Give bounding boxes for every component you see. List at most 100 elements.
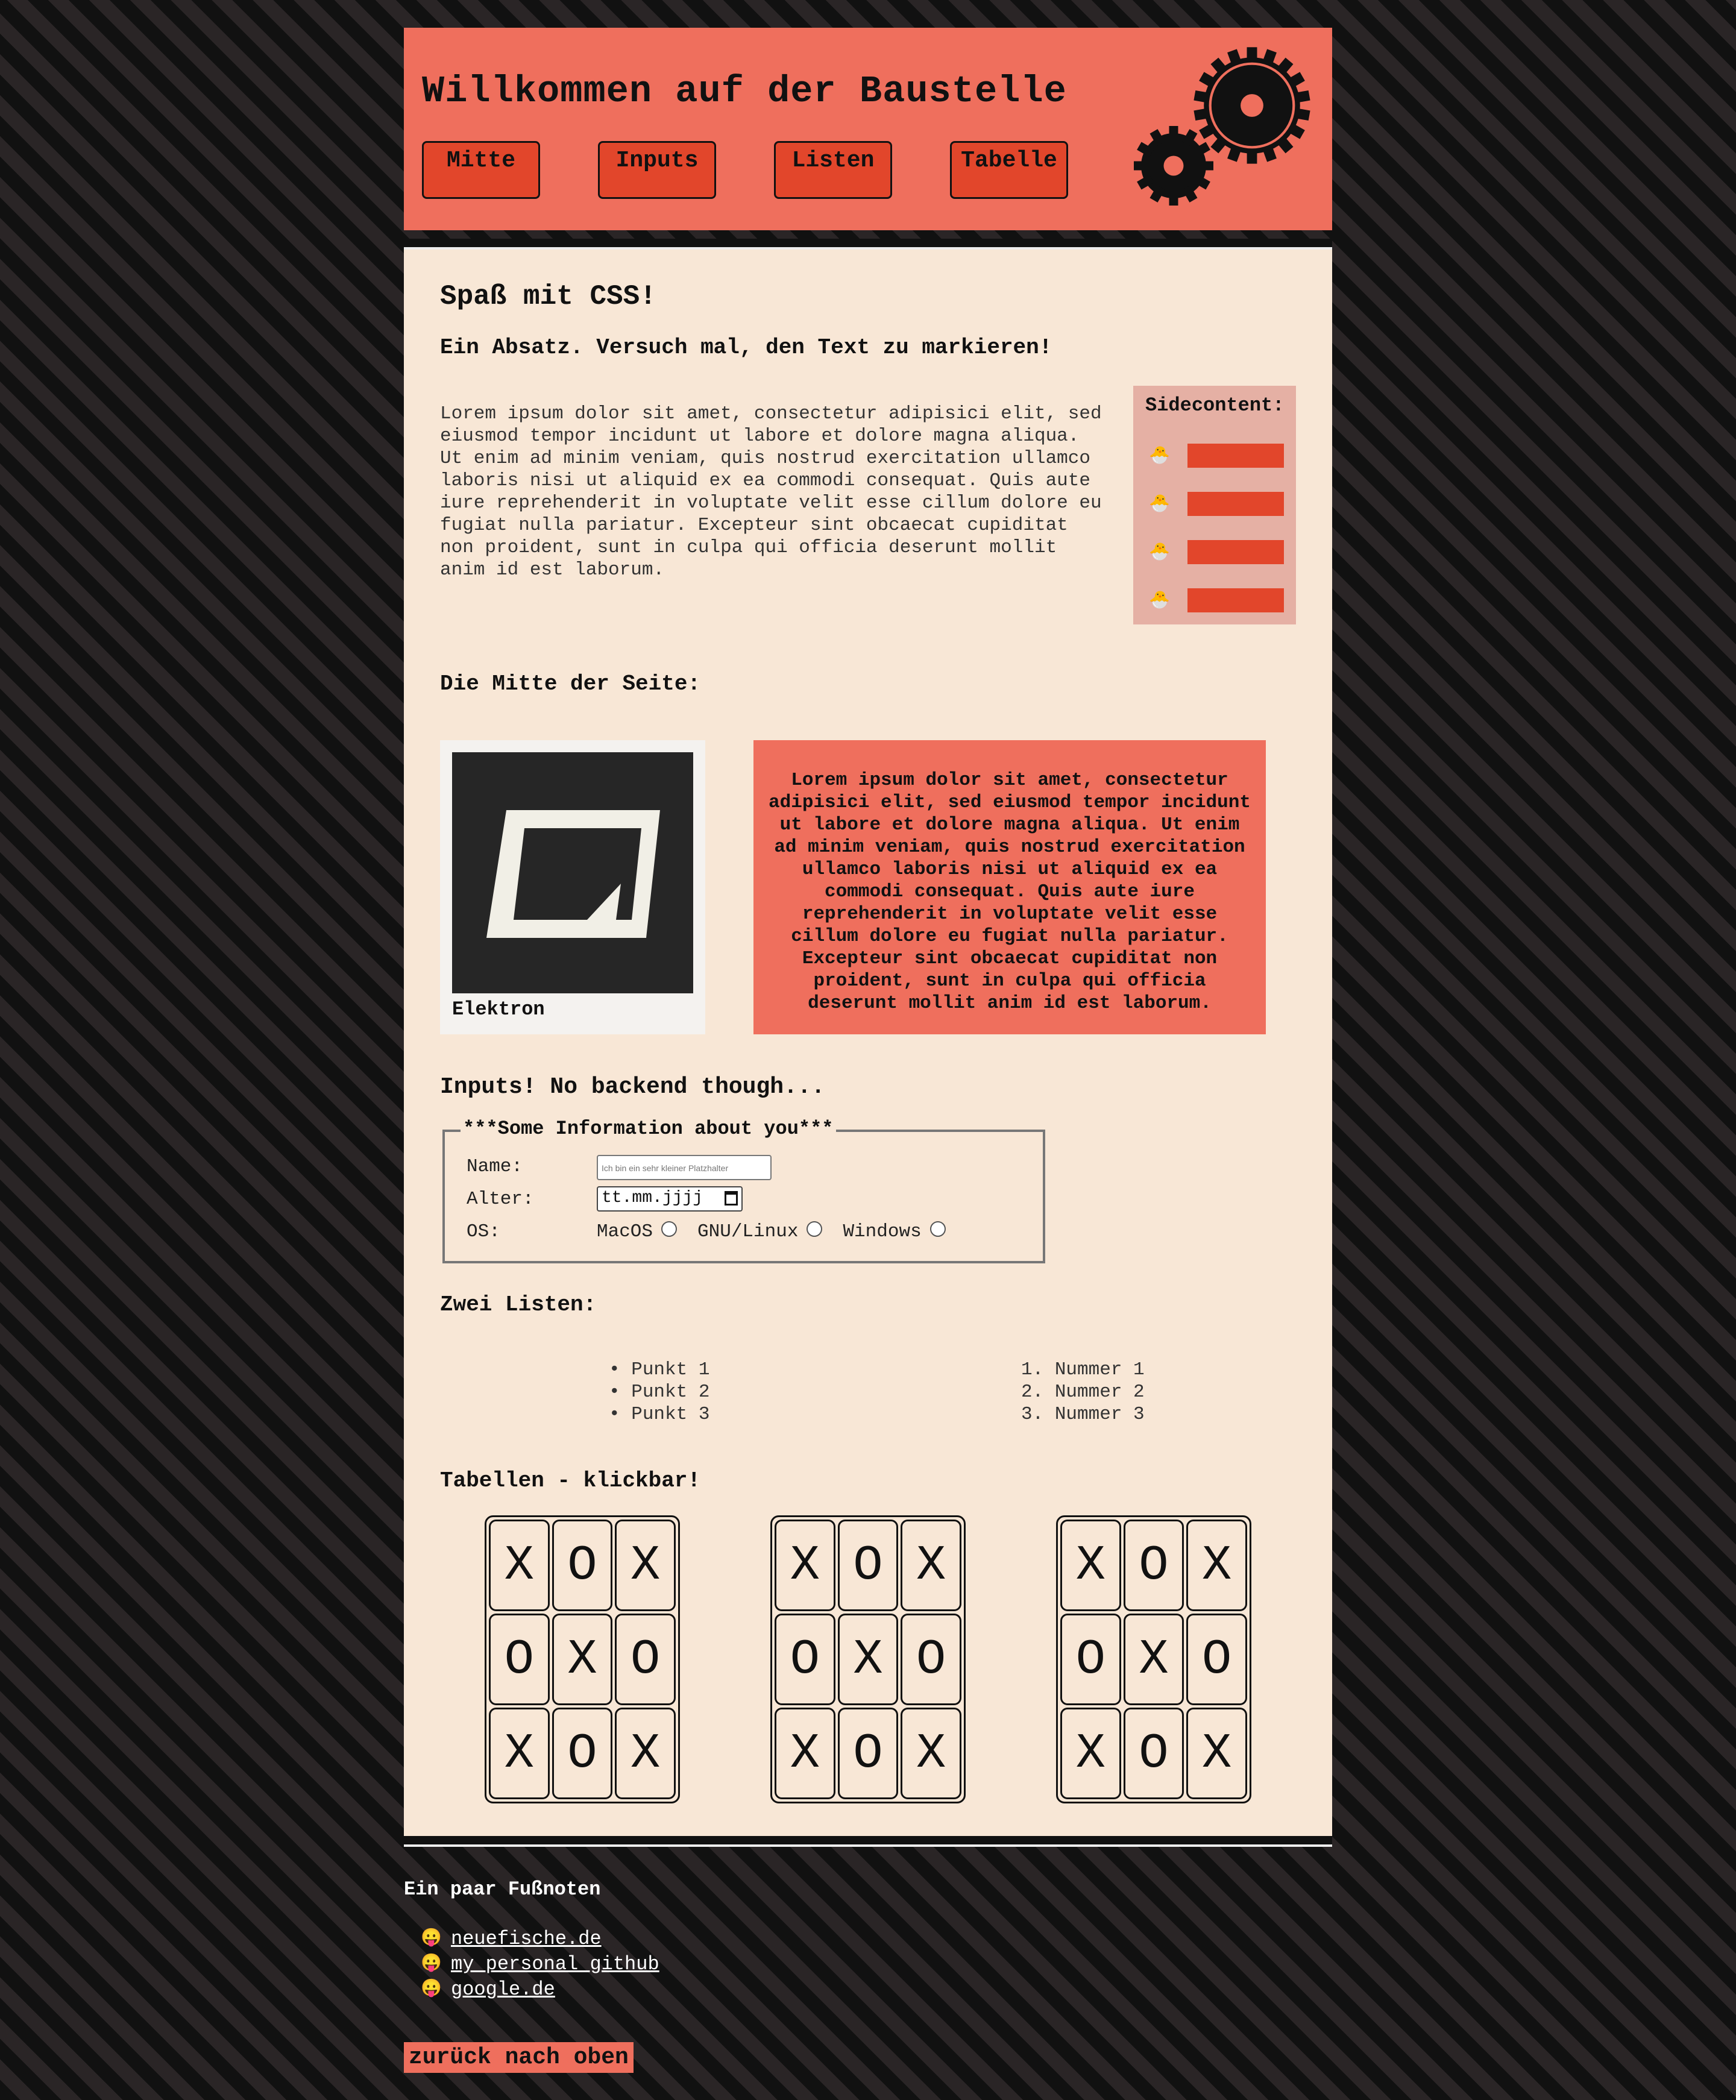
board-cell[interactable]: X	[552, 1614, 613, 1705]
board-cell[interactable]: X	[775, 1708, 835, 1799]
board-cell[interactable]: O	[552, 1520, 613, 1611]
board-cell[interactable]: O	[837, 1708, 899, 1799]
footer-links: 😛 neuefische.de 😛 my personal github 😛 goog…	[421, 1926, 659, 2002]
age-date-input[interactable]: tt.mm.jjjj	[597, 1186, 743, 1212]
fieldset-legend: ***Some Information about you***	[461, 1118, 836, 1140]
radio-button[interactable]	[661, 1221, 678, 1237]
sidecontent-bar[interactable]	[1187, 444, 1284, 468]
lorem-paragraph: Lorem ipsum dolor sit amet, consectetur …	[440, 403, 1102, 580]
board-cell[interactable]: O	[552, 1708, 613, 1799]
sidecontent-bar[interactable]	[1187, 588, 1284, 612]
tables-heading: Tabellen - klickbar!	[440, 1468, 701, 1493]
elektron-logo-image	[452, 752, 693, 993]
os-option-label: GNU/Linux	[697, 1221, 799, 1242]
calendar-icon[interactable]	[725, 1191, 738, 1206]
footer-title: Ein paar Fußnoten	[404, 1878, 601, 1900]
board-cell[interactable]: X	[1186, 1520, 1247, 1611]
chick-icon: 🐣	[1149, 592, 1170, 611]
board-cell[interactable]: X	[489, 1708, 550, 1799]
board-cell[interactable]: O	[615, 1614, 676, 1705]
link-github[interactable]: my personal github	[451, 1952, 659, 1977]
board-cell[interactable]: X	[1060, 1708, 1121, 1799]
list-item: 3. Nummer 3	[1021, 1404, 1145, 1425]
board-cell[interactable]: X	[615, 1520, 676, 1611]
list-item: 2. Nummer 2	[1021, 1382, 1145, 1403]
info-fieldset: ***Some Information about you*** Name: I…	[442, 1118, 1045, 1263]
tongue-emoji-icon: 😛	[421, 1929, 442, 1948]
nav-button-inputs[interactable]: Inputs	[598, 141, 716, 199]
ordered-list: 1. Nummer 1 2. Nummer 2 3. Nummer 3	[1021, 1359, 1145, 1426]
board-cell[interactable]: O	[775, 1614, 835, 1705]
board-cell[interactable]: X	[837, 1614, 899, 1705]
sidecontent-item: 🐣	[1149, 588, 1294, 612]
board-cell[interactable]: X	[1123, 1614, 1184, 1705]
footer-link-item: 😛 google.de	[421, 1977, 659, 2002]
radio-button[interactable]	[807, 1221, 823, 1237]
board-cell[interactable]: O	[489, 1614, 550, 1705]
main-content: Spaß mit CSS! Ein Absatz. Versuch mal, d…	[404, 250, 1332, 1836]
footer-link-item: 😛 my personal github	[421, 1952, 659, 1977]
main-title: Spaß mit CSS!	[440, 281, 656, 312]
inputs-heading: Inputs! No backend though...	[440, 1074, 825, 1100]
sidecontent-item: 🐣	[1149, 540, 1294, 564]
nav-bar: Mitte Inputs Listen Tabelle	[422, 141, 1068, 199]
paragraph-heading: Ein Absatz. Versuch mal, den Text zu mar…	[440, 335, 1052, 360]
list-item: • Punkt 1	[609, 1359, 710, 1380]
nav-button-tabelle[interactable]: Tabelle	[950, 141, 1068, 199]
os-radio-group: MacOS GNU/Linux Windows	[597, 1221, 966, 1242]
tongue-emoji-icon: 😛	[421, 1955, 442, 1973]
chick-icon: 🐣	[1149, 447, 1170, 466]
elektron-logo-icon	[486, 810, 660, 938]
tictactoe-board-1: X O X O X O X O X	[485, 1515, 680, 1803]
os-option-label: MacOS	[597, 1221, 653, 1242]
sidecontent-box: Sidecontent: 🐣 🐣 🐣 🐣	[1133, 386, 1296, 624]
highlight-text-box: Lorem ipsum dolor sit amet, consectetur …	[753, 740, 1266, 1034]
board-cell[interactable]: X	[615, 1708, 676, 1799]
board-cell[interactable]: O	[1186, 1614, 1247, 1705]
tictactoe-board-3: X O X O X O X O X	[1056, 1515, 1251, 1803]
mitte-heading: Die Mitte der Seite:	[440, 671, 701, 696]
lists-heading: Zwei Listen:	[440, 1292, 597, 1317]
tongue-emoji-icon: 😛	[421, 1980, 442, 1999]
board-cell[interactable]: X	[901, 1520, 961, 1611]
header: Willkommen auf der Baustelle Mitte Input…	[404, 28, 1332, 230]
os-option-windows[interactable]: Windows	[843, 1221, 946, 1242]
name-input[interactable]: Ich bin ein sehr kleiner Platzhalter	[597, 1155, 772, 1180]
unordered-list: • Punkt 1 • Punkt 2 • Punkt 3	[609, 1359, 709, 1426]
link-neuefische[interactable]: neuefische.de	[451, 1926, 602, 1952]
link-google[interactable]: google.de	[451, 1977, 555, 2002]
sidecontent-item: 🐣	[1149, 444, 1294, 468]
gear-icon-small	[1134, 126, 1213, 206]
sidecontent-title: Sidecontent:	[1145, 394, 1285, 417]
board-cell[interactable]: O	[1060, 1614, 1121, 1705]
chick-icon: 🐣	[1149, 495, 1170, 514]
board-cell[interactable]: O	[837, 1520, 899, 1611]
sidecontent-item: 🐣	[1149, 492, 1294, 516]
board-cell[interactable]: O	[1123, 1708, 1184, 1799]
os-option-macos[interactable]: MacOS	[597, 1221, 678, 1242]
footer-link-item: 😛 neuefische.de	[421, 1926, 659, 1952]
back-to-top-button[interactable]: zurück nach oben	[404, 2042, 634, 2073]
nav-button-listen[interactable]: Listen	[774, 141, 892, 199]
os-label: OS:	[467, 1221, 500, 1242]
tictactoe-board-2: X O X O X O X O X	[770, 1515, 966, 1803]
board-cell[interactable]: X	[1060, 1520, 1121, 1611]
board-cell[interactable]: X	[901, 1708, 961, 1799]
divider	[404, 1836, 1332, 1847]
page-container: Willkommen auf der Baustelle Mitte Input…	[404, 28, 1332, 1847]
age-date-value: tt.mm.jjjj	[602, 1189, 703, 1207]
sidecontent-bar[interactable]	[1187, 492, 1284, 516]
board-cell[interactable]: O	[901, 1614, 961, 1705]
age-label: Alter:	[467, 1189, 534, 1210]
nav-button-mitte[interactable]: Mitte	[422, 141, 540, 199]
board-cell[interactable]: X	[775, 1520, 835, 1611]
board-cell[interactable]: O	[1123, 1520, 1184, 1611]
sidecontent-bar[interactable]	[1187, 540, 1284, 564]
os-option-linux[interactable]: GNU/Linux	[697, 1221, 823, 1242]
board-cell[interactable]: X	[489, 1520, 550, 1611]
board-cell[interactable]: X	[1186, 1708, 1247, 1799]
os-option-label: Windows	[843, 1221, 922, 1242]
image-caption: Elektron	[452, 998, 545, 1020]
radio-button[interactable]	[929, 1221, 946, 1237]
name-label: Name:	[467, 1156, 523, 1177]
